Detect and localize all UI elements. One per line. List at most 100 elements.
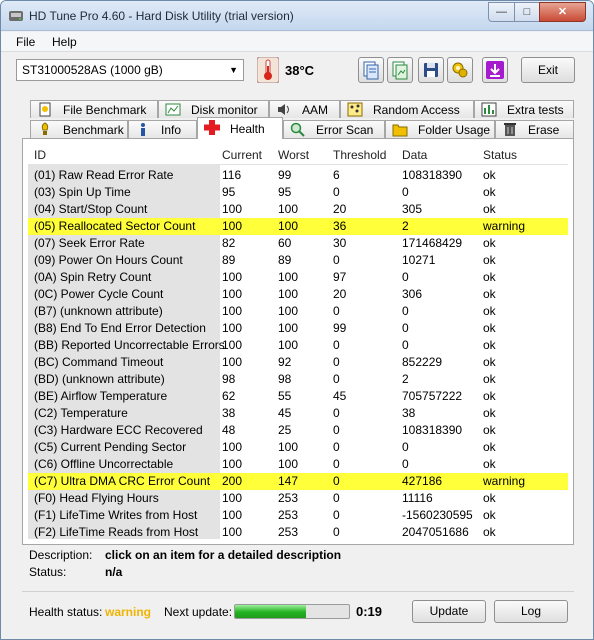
cell-current: 100 (222, 304, 243, 318)
table-row[interactable]: (09) Power On Hours Count 89 89 0 10271 ok (28, 252, 568, 269)
table-row[interactable]: (03) Spin Up Time 95 95 0 0 ok (28, 184, 568, 201)
cell-id: (01) Raw Read Error Rate (34, 168, 174, 182)
table-row[interactable]: (C7) Ultra DMA CRC Error Count 200 147 0 427… (28, 473, 568, 490)
table-row[interactable]: (07) Seek Error Rate 82 60 30 171468429 ok (28, 235, 568, 252)
cell-threshold: 0 (333, 423, 340, 437)
cell-worst: 25 (278, 423, 292, 437)
cell-id: (C2) Temperature (34, 406, 128, 420)
cell-id: (04) Start/Stop Count (34, 202, 148, 216)
cell-data: 10271 (402, 253, 436, 267)
cell-current: 100 (222, 321, 243, 335)
cell-threshold: 0 (333, 474, 340, 488)
table-row[interactable]: (05) Reallocated Sector Count 100 100 36 2 wa… (28, 218, 568, 235)
cell-data: 0 (402, 321, 409, 335)
tab-health[interactable]: Health (197, 117, 283, 139)
table-row[interactable]: (BC) Command Timeout 100 92 0 852229 ok (28, 354, 568, 371)
cell-current: 100 (222, 287, 243, 301)
tab-label: Erase (528, 123, 560, 137)
column-data-header[interactable]: Data (402, 148, 427, 162)
cell-id: (C5) Current Pending Sector (34, 440, 187, 454)
table-row[interactable]: (F0) Head Flying Hours 100 253 0 11116 ok (28, 490, 568, 507)
save-button[interactable] (418, 57, 444, 83)
divider (22, 591, 574, 592)
cell-status: ok (483, 270, 496, 284)
cell-status: ok (483, 321, 496, 335)
cell-threshold: 6 (333, 168, 340, 182)
table-row[interactable]: (C5) Current Pending Sector 100 100 0 0 ok (28, 439, 568, 456)
tab-folder-usage[interactable]: Folder Usage (385, 120, 495, 138)
cell-id: (C6) Offline Uncorrectable (34, 457, 174, 471)
table-row[interactable]: (C6) Offline Uncorrectable 100 100 0 0 ok (28, 456, 568, 473)
update-button[interactable]: Update (412, 600, 486, 623)
download-button[interactable] (482, 57, 508, 83)
table-row[interactable]: (F2) LifeTime Reads from Host 100 253 0 2047… (28, 524, 568, 541)
table-row[interactable]: (01) Raw Read Error Rate 116 99 6 108318390 o… (28, 167, 568, 184)
table-row[interactable]: (BD) (unknown attribute) 98 98 0 2 ok (28, 371, 568, 388)
benchmark-icon (41, 122, 49, 135)
menu-help[interactable]: Help (52, 35, 77, 49)
cell-data: 38 (402, 406, 416, 420)
table-row[interactable]: (B8) End To End Error Detection 100 100 99 0… (28, 320, 568, 337)
tab-random-access[interactable]: Random Access (340, 100, 474, 118)
cell-current: 82 (222, 236, 236, 250)
tab-erase[interactable]: Erase (495, 120, 574, 138)
cell-id: (B8) End To End Error Detection (34, 321, 206, 335)
close-button[interactable]: ✕ (539, 2, 586, 22)
cell-id: (BB) Reported Uncorrectable Errors (34, 338, 225, 352)
tab-label: Disk monitor (191, 103, 258, 117)
tab-info[interactable]: Info (128, 120, 197, 138)
cell-data: 2 (402, 372, 409, 386)
cell-data: 0 (402, 440, 409, 454)
window-title: HD Tune Pro 4.60 - Hard Disk Utility (tr… (29, 9, 294, 23)
options-icon (452, 62, 468, 78)
options-button[interactable] (447, 57, 473, 83)
exit-button[interactable]: Exit (521, 57, 575, 83)
table-row[interactable]: (0C) Power Cycle Count 100 100 20 306 ok (28, 286, 568, 303)
cell-status: ok (483, 236, 496, 250)
cell-current: 100 (222, 202, 243, 216)
cell-worst: 100 (278, 440, 299, 454)
app-icon (9, 11, 23, 21)
tab-disk-monitor[interactable]: Disk monitor (158, 100, 269, 118)
cell-worst: 89 (278, 253, 292, 267)
column-current-header[interactable]: Current (222, 148, 262, 162)
table-row[interactable]: (C3) Hardware ECC Recovered 48 25 0 10831839… (28, 422, 568, 439)
column-threshold-header[interactable]: Threshold (333, 148, 386, 162)
tab-label: Extra tests (507, 103, 564, 117)
menu-file[interactable]: File (16, 35, 35, 49)
tab-benchmark[interactable]: Benchmark (30, 120, 128, 138)
table-row[interactable]: (B7) (unknown attribute) 100 100 0 0 ok (28, 303, 568, 320)
copy-info-button[interactable] (358, 57, 384, 83)
cell-id: (0C) Power Cycle Count (34, 287, 164, 301)
column-status-header[interactable]: Status (483, 148, 517, 162)
column-id-header[interactable]: ID (34, 148, 46, 162)
tab-file-benchmark[interactable]: File Benchmark (30, 100, 158, 118)
log-button[interactable]: Log (494, 600, 568, 623)
cell-data: 11116 (402, 491, 433, 505)
drive-select[interactable]: ST31000528AS (1000 gB) ▼ (16, 59, 244, 81)
tab-error-scan[interactable]: Error Scan (283, 120, 385, 138)
table-row[interactable]: (04) Start/Stop Count 100 100 20 305 ok (28, 201, 568, 218)
minimize-button[interactable]: — (488, 2, 515, 22)
copy-screenshot-icon (392, 61, 408, 80)
table-row[interactable]: (0A) Spin Retry Count 100 100 97 0 ok (28, 269, 568, 286)
table-row[interactable]: (C2) Temperature 38 45 0 38 ok (28, 405, 568, 422)
cell-current: 200 (222, 474, 243, 488)
maximize-button[interactable]: □ (514, 2, 540, 22)
copy-screenshot-button[interactable] (387, 57, 413, 83)
next-update-label: Next update: (164, 605, 233, 619)
cell-threshold: 0 (333, 440, 340, 454)
tab-aam[interactable]: AAM (269, 100, 340, 118)
description-label: Description: (29, 548, 93, 562)
temperature-value: 38°C (285, 63, 315, 78)
tab-extra-tests[interactable]: Extra tests (474, 100, 574, 118)
table-row[interactable]: (F1) LifeTime Writes from Host 100 253 0 -15… (28, 507, 568, 524)
cell-data: 306 (402, 287, 423, 301)
table-row[interactable]: (BE) Airflow Temperature 62 55 45 705757222 o… (28, 388, 568, 405)
cell-status: ok (483, 304, 496, 318)
table-header: ID Current Worst Threshold Data Status (28, 144, 568, 165)
cell-data: 0 (402, 338, 409, 352)
column-worst-header[interactable]: Worst (278, 148, 309, 162)
table-row[interactable]: (BB) Reported Uncorrectable Errors 100 100… (28, 337, 568, 354)
copy-info-icon (363, 61, 379, 80)
